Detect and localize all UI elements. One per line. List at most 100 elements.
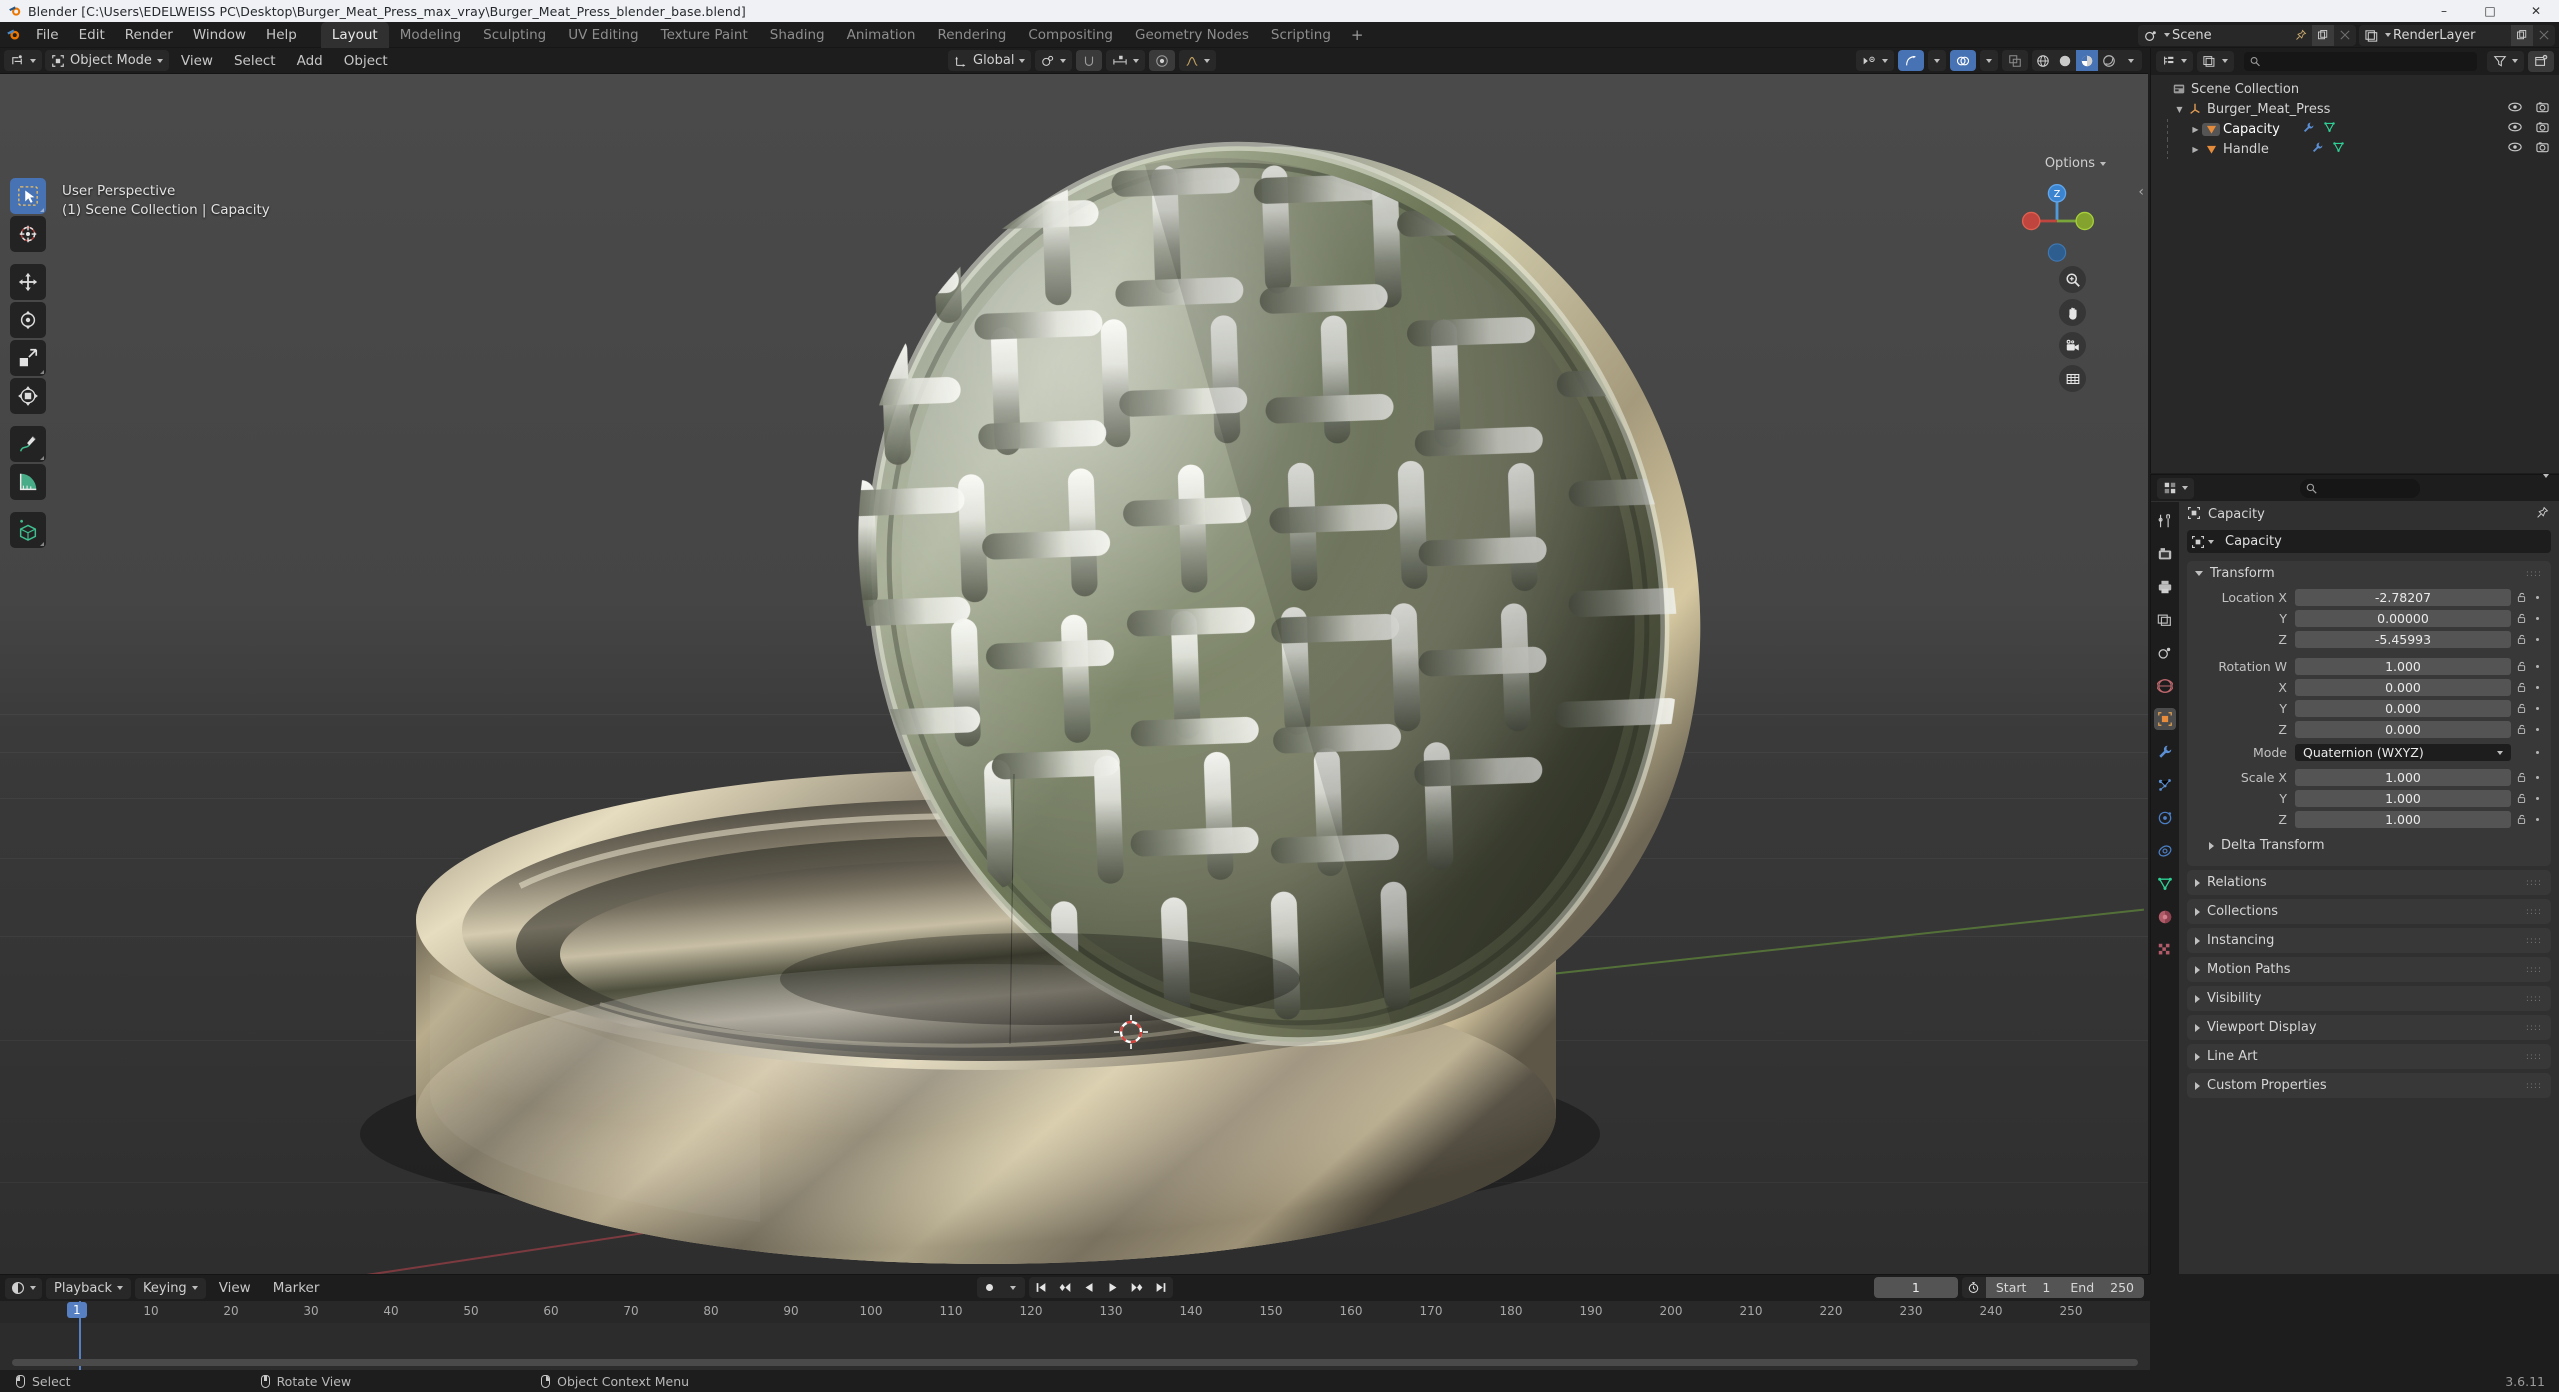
overlays-toggle[interactable] [1950, 50, 1976, 71]
viewlayer-selector[interactable]: RenderLayer [2359, 24, 2555, 46]
tab-texture-paint[interactable]: Texture Paint [650, 22, 759, 48]
viewport-menu-add[interactable]: Add [288, 48, 332, 74]
lock-icon[interactable] [2511, 703, 2531, 714]
shading-options-button[interactable] [2120, 50, 2142, 71]
constraint-properties-tab[interactable] [2154, 840, 2176, 862]
outliner-row-burger-meat-press[interactable]: ▼ Burger_Meat_Press [2151, 99, 2559, 119]
modifier-icon[interactable] [2311, 141, 2324, 158]
render-properties-tab[interactable] [2154, 543, 2176, 565]
hand-icon[interactable] [2059, 299, 2086, 326]
collections-panel-header[interactable]: Collections :::: [2187, 899, 2551, 924]
annotate-tool[interactable] [10, 426, 46, 462]
location-y-field[interactable]: 0.00000 [2295, 610, 2511, 627]
motion-paths-panel[interactable]: Motion Paths :::: [2187, 957, 2551, 982]
tab-shading[interactable]: Shading [759, 22, 836, 48]
outliner-row-scene-collection[interactable]: Scene Collection [2151, 79, 2559, 99]
location-x-field[interactable]: -2.78207 [2295, 589, 2511, 606]
rotation-y-row[interactable]: Y 0.000 [2195, 699, 2543, 718]
line-art-panel-header[interactable]: Line Art :::: [2187, 1044, 2551, 1069]
scale-z-row[interactable]: Z 1.000 [2195, 810, 2543, 829]
scale-y-row[interactable]: Y 1.000 [2195, 789, 2543, 808]
outliner-row-capacity[interactable]: ▶ Capacity [2151, 119, 2559, 139]
properties-editor-type-selector[interactable] [2157, 477, 2194, 499]
relations-panel[interactable]: Relations :::: [2187, 870, 2551, 895]
tab-layout[interactable]: Layout [320, 21, 389, 48]
material-properties-tab[interactable] [2154, 906, 2176, 928]
tab-modeling[interactable]: Modeling [389, 22, 472, 48]
eye-icon[interactable] [2508, 121, 2522, 137]
object-data-properties-tab[interactable] [2154, 873, 2176, 895]
animate-dot[interactable] [2531, 751, 2543, 754]
relations-panel-header[interactable]: Relations :::: [2187, 870, 2551, 895]
tab-compositing[interactable]: Compositing [1017, 22, 1124, 48]
snap-toggle[interactable] [1076, 50, 1103, 71]
stopwatch-icon[interactable] [1962, 1281, 1986, 1294]
lock-icon[interactable] [2511, 634, 2531, 645]
scene-properties-tab[interactable] [2154, 642, 2176, 664]
cursor-tool[interactable] [10, 216, 46, 252]
eye-icon[interactable] [2508, 141, 2522, 157]
object-name-field[interactable]: Capacity [2187, 530, 2551, 553]
pin-scene-icon[interactable] [2290, 25, 2312, 46]
rotation-z-field[interactable]: 0.000 [2295, 721, 2511, 738]
mesh-data-icon[interactable] [2323, 121, 2336, 138]
viewport-display-panel-header[interactable]: Viewport Display :::: [2187, 1015, 2551, 1040]
viewport-display-panel[interactable]: Viewport Display :::: [2187, 1015, 2551, 1040]
drag-handle-icon[interactable]: :::: [2526, 1052, 2542, 1062]
blender-menu-icon[interactable] [0, 27, 26, 42]
particles-properties-tab[interactable] [2154, 774, 2176, 796]
custom-properties-panel-header[interactable]: Custom Properties :::: [2187, 1073, 2551, 1098]
animate-dot[interactable] [2531, 776, 2543, 779]
window-close-button[interactable]: ✕ [2513, 0, 2559, 22]
outliner-search-field[interactable] [2265, 54, 2471, 68]
drag-handle-icon[interactable]: :::: [2526, 878, 2542, 888]
timeline-ruler[interactable]: 10 20 30 40 50 60 70 80 90 100 110 120 1… [0, 1301, 2150, 1323]
animate-dot[interactable] [2531, 596, 2543, 599]
location-z-field[interactable]: -5.45993 [2295, 631, 2511, 648]
viewport-menu-object[interactable]: Object [335, 48, 397, 74]
menu-render[interactable]: Render [115, 22, 183, 48]
outliner-editor[interactable]: Scene Collection ▼ Burger_Meat_Press ▶ C… [2150, 48, 2559, 473]
outliner-tree[interactable]: Scene Collection ▼ Burger_Meat_Press ▶ C… [2151, 75, 2559, 473]
solid-shading-button[interactable] [2054, 50, 2076, 71]
viewport-menu-select[interactable]: Select [225, 48, 285, 74]
rotate-tool[interactable] [10, 302, 46, 338]
scale-x-field[interactable]: 1.000 [2295, 769, 2511, 786]
menu-file[interactable]: File [26, 22, 69, 48]
object-properties-tab[interactable] [2154, 708, 2176, 730]
gizmo-toggle[interactable] [1898, 50, 1924, 71]
rotation-w-row[interactable]: Rotation W 1.000 [2195, 657, 2543, 676]
tab-sculpting[interactable]: Sculpting [472, 22, 557, 48]
collections-panel[interactable]: Collections :::: [2187, 899, 2551, 924]
timeline-playback-menu[interactable]: Playback [46, 1277, 132, 1299]
tab-uv-editing[interactable]: UV Editing [557, 22, 649, 48]
scale-tool[interactable] [10, 340, 46, 376]
properties-search-input[interactable] [2300, 478, 2420, 498]
outliner-display-mode-selector[interactable] [2197, 50, 2234, 72]
timeline-editor[interactable]: Playback Keying View Marker 1 Start 1 En… [0, 1274, 2150, 1371]
location-x-row[interactable]: Location X -2.78207 [2195, 588, 2543, 607]
lock-icon[interactable] [2511, 592, 2531, 603]
delta-transform-subpanel[interactable]: Delta Transform [2209, 833, 2543, 858]
drag-handle-icon[interactable]: :::: [2526, 1023, 2542, 1033]
falloff-selector[interactable] [1179, 50, 1217, 71]
line-art-panel[interactable]: Line Art :::: [2187, 1044, 2551, 1069]
proportional-editing-selector[interactable] [1106, 50, 1146, 71]
rotation-x-row[interactable]: X 0.000 [2195, 678, 2543, 697]
outliner-editor-type-selector[interactable] [2156, 50, 2193, 72]
rotation-x-field[interactable]: 0.000 [2295, 679, 2511, 696]
burger-meat-press-model[interactable] [0, 74, 2148, 1274]
overlays-options[interactable] [1980, 50, 1998, 71]
properties-content[interactable]: Capacity Capacity Transform :::: Locatio… [2179, 502, 2559, 1274]
tab-rendering[interactable]: Rendering [926, 22, 1017, 48]
timeline-editor-type-selector[interactable] [5, 1277, 42, 1299]
scale-x-row[interactable]: Scale X 1.000 [2195, 768, 2543, 787]
object-mode-selector[interactable]: Object Mode [45, 50, 169, 71]
camera-icon[interactable] [2059, 332, 2086, 359]
auto-keying-toggle[interactable] [977, 1277, 1001, 1298]
rotation-z-row[interactable]: Z 0.000 [2195, 720, 2543, 739]
drag-handle-icon[interactable]: :::: [2526, 907, 2542, 917]
drag-handle-icon[interactable]: :::: [2526, 936, 2542, 946]
rotation-mode-row[interactable]: Mode Quaternion (WXYZ) [2195, 743, 2543, 762]
texture-properties-tab[interactable] [2154, 939, 2176, 961]
